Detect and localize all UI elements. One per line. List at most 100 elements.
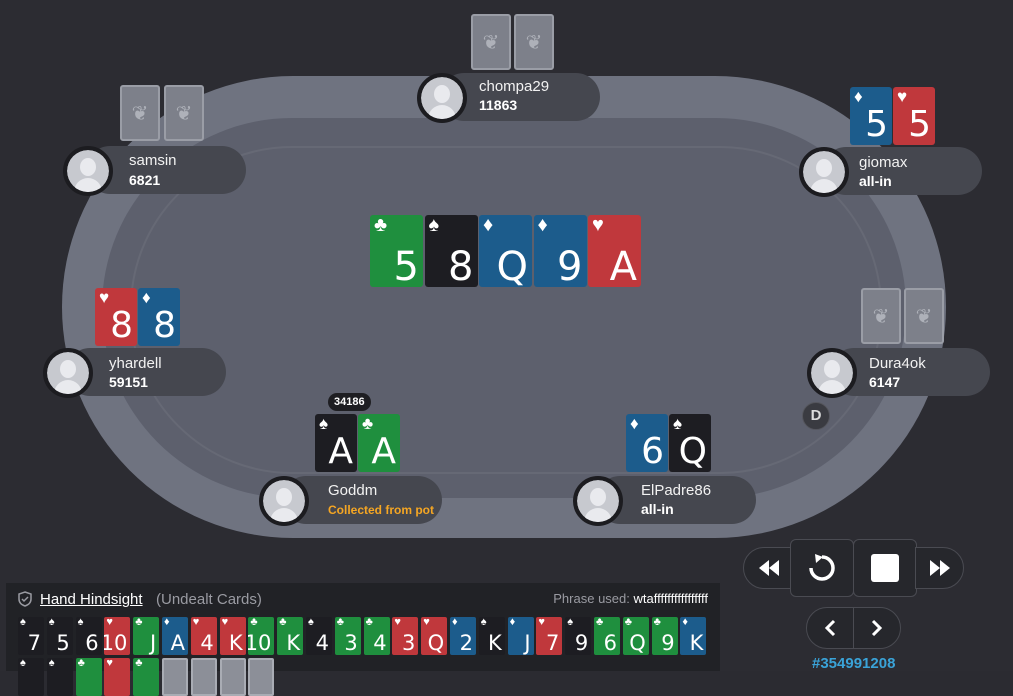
card-rank: 9: [557, 244, 583, 287]
card-suit: ♠: [428, 215, 440, 236]
card-suit: ♠: [48, 658, 55, 669]
card-suit: ♥: [192, 617, 200, 628]
card-back: [248, 658, 275, 696]
undealt-card: ♣: [133, 658, 160, 696]
card-rank: 9: [574, 631, 589, 655]
card-rank: 10: [248, 631, 272, 655]
card-rank: 4: [373, 631, 387, 655]
card-suit: ♥: [394, 617, 401, 628]
player-name: chompa29: [479, 78, 550, 95]
card-suit: ♦: [164, 617, 170, 628]
undealt-card: ♣ J: [133, 617, 160, 655]
card-rank: 5: [393, 244, 419, 287]
undealt-card: ♠ 7: [18, 617, 44, 655]
card-back: [190, 658, 217, 696]
undealt-card: ♠ 5: [46, 617, 73, 655]
undealt-card: ♥: [104, 658, 131, 696]
chevron-right-icon: [871, 619, 883, 637]
card-rank: K: [689, 631, 704, 655]
card-rank: 2: [459, 631, 473, 655]
hand-id-link[interactable]: #354991208: [812, 655, 895, 672]
playing-card: ♦ 5: [850, 87, 892, 145]
playing-card: ♠ 8: [424, 215, 478, 287]
fast-forward-icon: [929, 560, 950, 576]
card-suit: ♠: [567, 617, 574, 628]
card-rank: A: [371, 431, 396, 472]
rewind-icon: [759, 560, 779, 576]
card-suit: ♣: [77, 658, 85, 669]
rewind-button[interactable]: [743, 547, 795, 589]
card-rank: 8: [110, 305, 133, 346]
player-stack: all-in: [859, 173, 892, 189]
card-suit: ♠: [20, 617, 26, 628]
card-back: [164, 85, 204, 141]
undealt-card: ♣ K: [277, 617, 304, 655]
card-suit: ♥: [106, 617, 113, 628]
card-rank: 4: [315, 631, 329, 655]
card-suit: ♥: [423, 617, 430, 628]
undealt-card: ♣ 10: [248, 617, 275, 655]
undealt-card: ♥ 10: [104, 617, 131, 655]
player-name: Goddm: [328, 482, 378, 499]
card-rank: K: [488, 631, 502, 655]
card-suit: ♦: [682, 617, 689, 628]
fast-forward-button[interactable]: [915, 547, 964, 589]
card-suit: ♥: [592, 215, 604, 236]
undealt-card: ♠ 4: [306, 617, 332, 655]
hand-hindsight-panel: Hand Hindsight (Undealt Cards) Phrase us…: [6, 583, 720, 696]
avatar: [573, 476, 623, 526]
stop-icon: [871, 554, 899, 582]
undealt-card: ♣ 9: [651, 617, 678, 655]
card-rank: 3: [402, 631, 416, 655]
player-name: samsin: [129, 152, 177, 169]
card-suit: ♣: [279, 617, 287, 628]
card-rank: A: [609, 244, 637, 287]
card-rank: A: [328, 431, 353, 472]
avatar: [417, 73, 467, 123]
avatar: [43, 348, 93, 398]
undealt-card: ♣ 4: [363, 617, 390, 655]
card-rank: 5: [908, 104, 931, 145]
card-back: [471, 14, 511, 70]
card-rank: 6: [603, 631, 617, 655]
card-suit: ♥: [897, 87, 908, 106]
replay-icon: [809, 554, 835, 581]
undealt-card: ♠ 9: [565, 617, 592, 655]
card-suit: ♣: [365, 617, 373, 628]
card-rank: 3: [344, 631, 358, 655]
phrase-label: Phrase used:: [553, 591, 630, 606]
replay-button[interactable]: [790, 539, 854, 597]
card-suit: ♥: [99, 288, 110, 307]
stop-button[interactable]: [853, 539, 917, 597]
card-rank: K: [286, 631, 301, 655]
playing-card: ♦ 6: [626, 414, 668, 472]
card-back: [861, 288, 901, 344]
card-suit: ♣: [596, 617, 604, 628]
bet-amount: 34186: [328, 393, 371, 411]
card-suit: ♣: [336, 617, 345, 628]
card-suit: ♦: [630, 414, 639, 433]
card-suit: ♦: [537, 215, 548, 236]
undealt-card: ♦ K: [680, 617, 707, 655]
card-suit: ♦: [854, 87, 863, 106]
hindsight-title-link[interactable]: Hand Hindsight: [40, 591, 143, 608]
table-line: [130, 146, 882, 474]
undealt-card: ♥ 4: [190, 617, 217, 655]
card-rank: 9: [661, 631, 675, 655]
player-name: yhardell: [109, 355, 162, 372]
playing-card: ♣ 5: [370, 215, 423, 287]
card-suit: ♣: [624, 617, 633, 628]
card-rank: Q: [678, 431, 707, 472]
undealt-card: ♦ 2: [450, 617, 476, 655]
card-back: [904, 288, 944, 344]
playing-card: ♠ Q: [669, 414, 711, 472]
undealt-card: ♠: [18, 658, 44, 696]
undealt-card: ♦ A: [162, 617, 188, 655]
card-rank: 6: [641, 431, 664, 472]
undealt-card: ♥ Q: [421, 617, 448, 655]
prev-hand-button[interactable]: [806, 607, 854, 649]
next-hand-button[interactable]: [853, 607, 901, 649]
card-back: [120, 85, 160, 141]
card-back: [162, 658, 188, 696]
undealt-card: ♣ 6: [594, 617, 620, 655]
